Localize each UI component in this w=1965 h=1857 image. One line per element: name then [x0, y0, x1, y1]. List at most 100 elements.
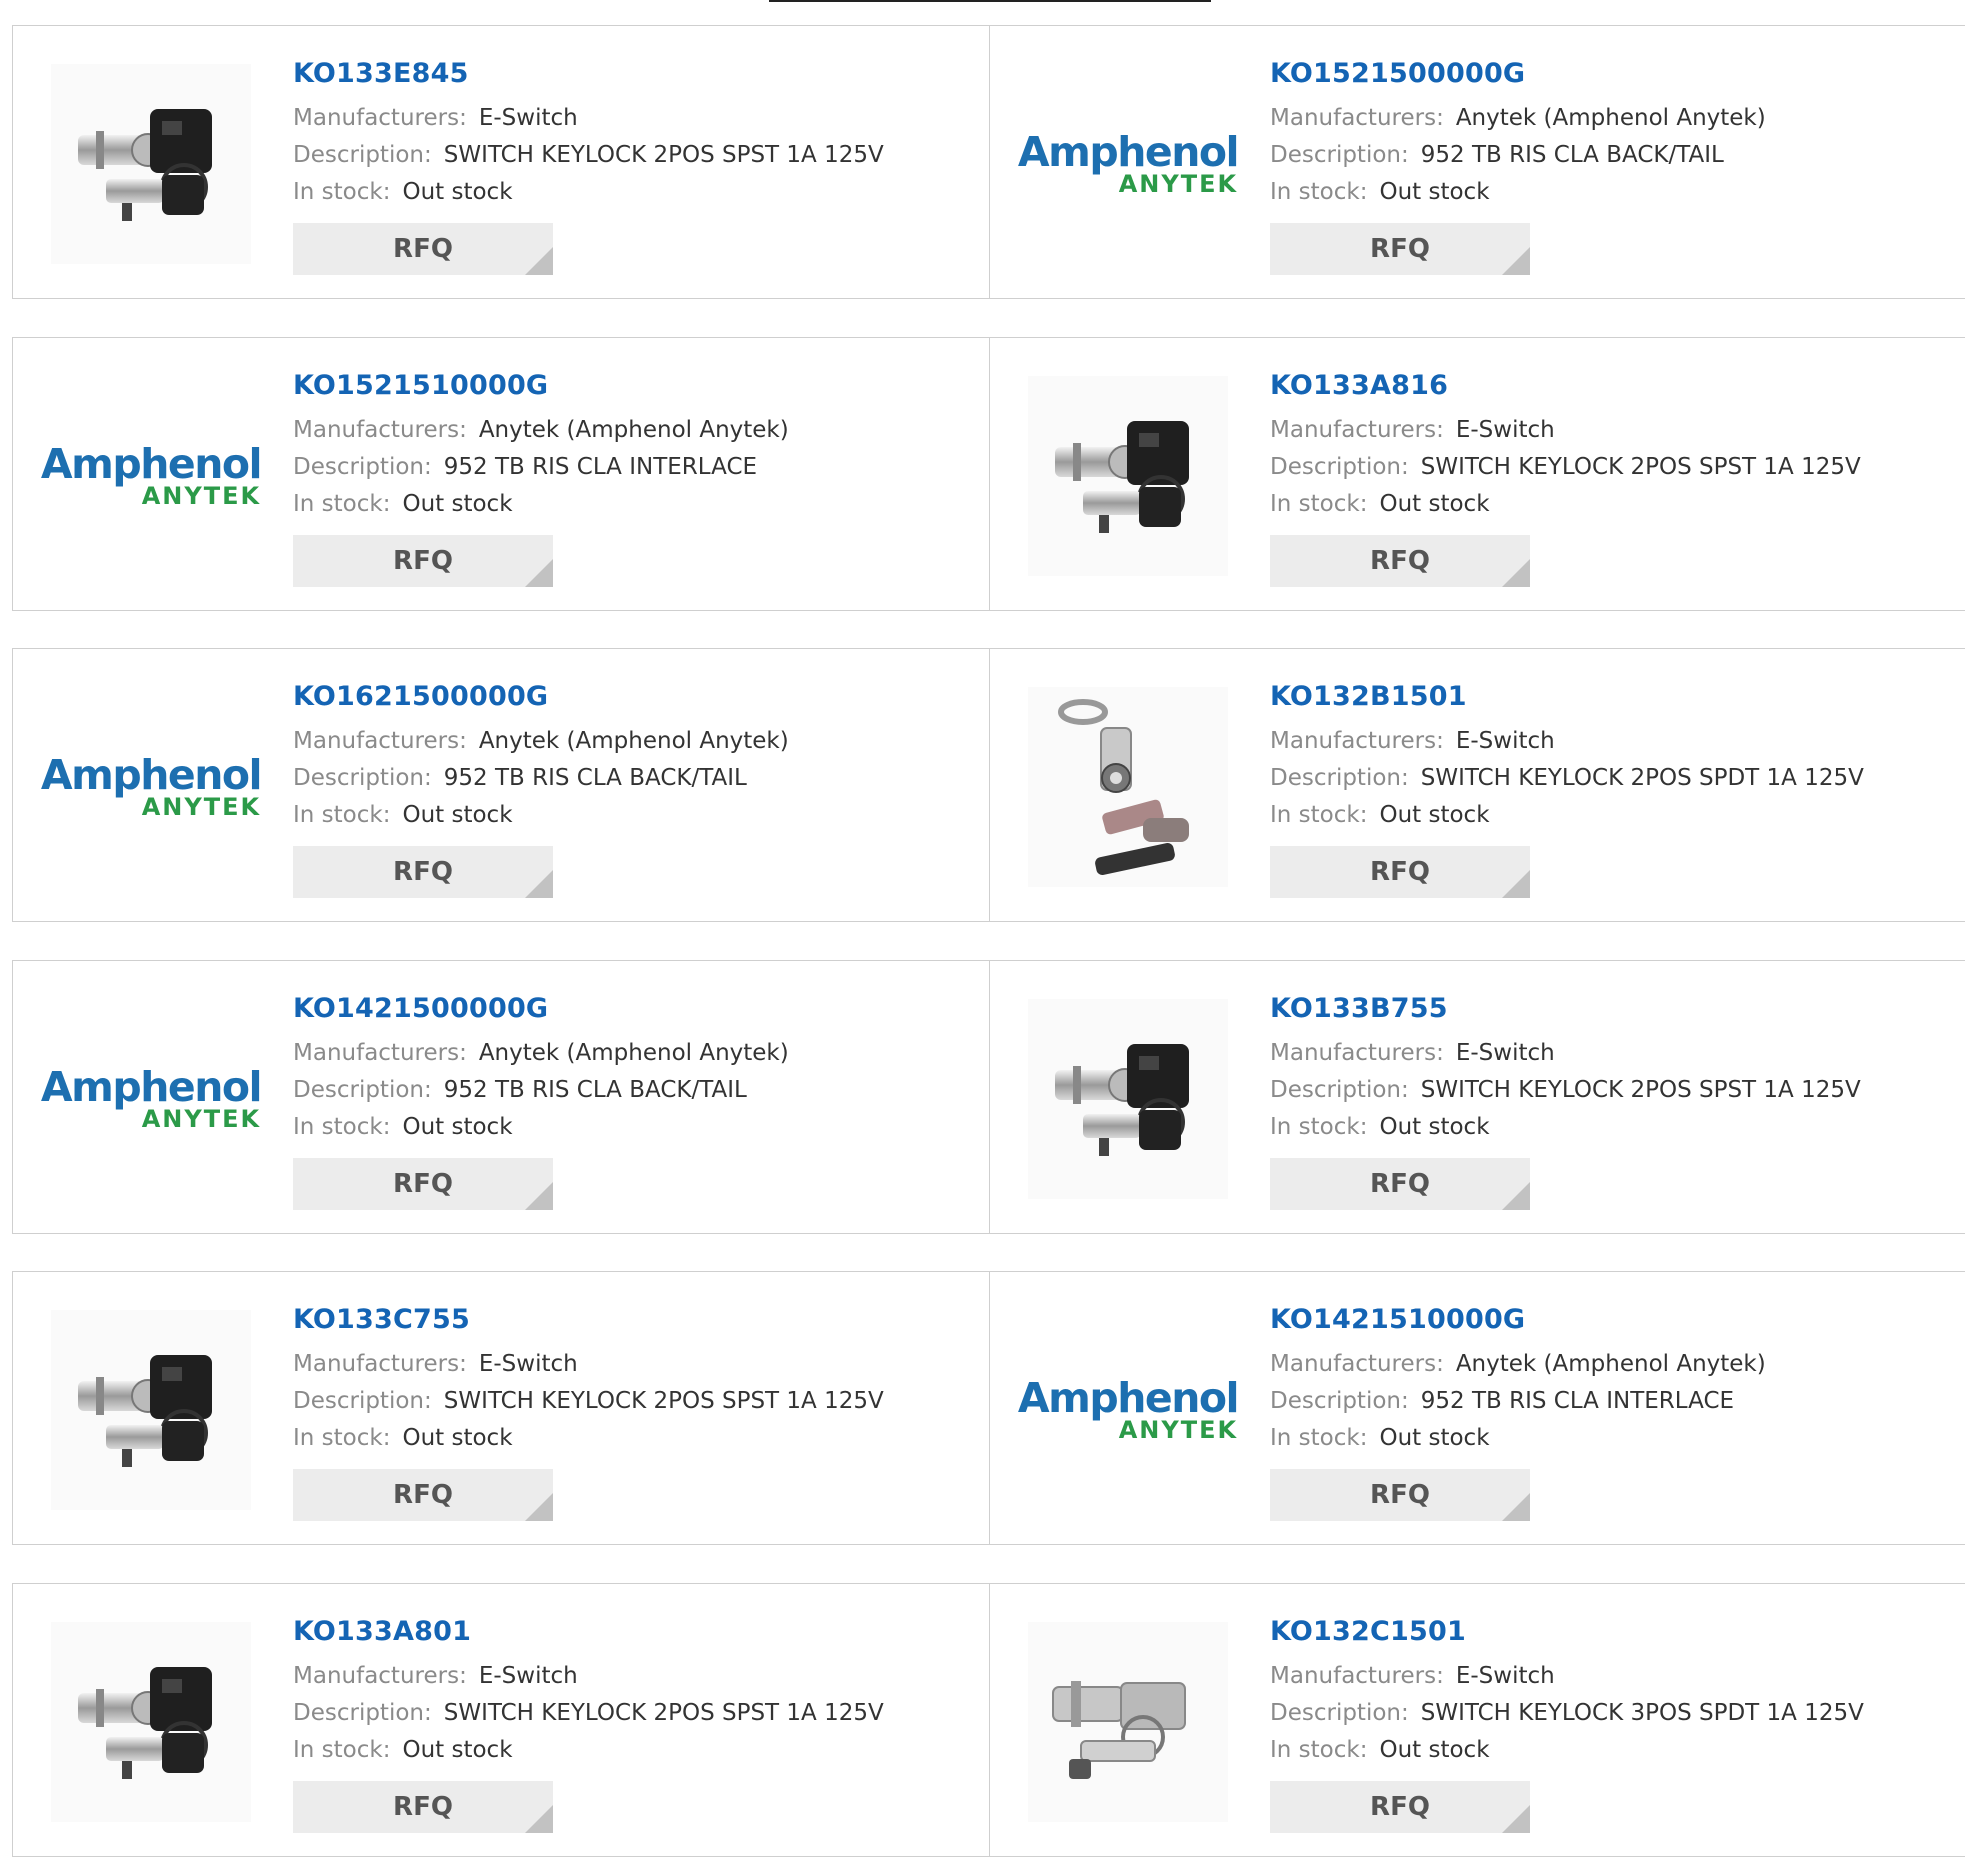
rfq-button[interactable]: RFQ [293, 1781, 553, 1833]
product-image[interactable] [51, 1622, 251, 1822]
product-image[interactable]: Amphenol ANYTEK [41, 376, 263, 576]
product-info: KO1421510000G Manufacturers: Anytek (Amph… [1270, 1302, 1766, 1521]
product-image[interactable] [51, 1310, 251, 1510]
part-number-link[interactable]: KO133E845 [293, 56, 884, 92]
part-number-link[interactable]: KO133B755 [1270, 991, 1861, 1027]
description-label: Description: [1270, 1077, 1409, 1103]
stock-value: Out stock [1379, 179, 1490, 205]
rfq-label: RFQ [1370, 1480, 1430, 1510]
description-label: Description: [1270, 1388, 1409, 1414]
manufacturer-line: Manufacturers: E-Switch [293, 1346, 884, 1383]
description-line: Description: 952 TB RIS CLA BACK/TAIL [293, 1072, 789, 1109]
product-info: KO1521500000G Manufacturers: Anytek (Amph… [1270, 56, 1766, 275]
part-number-link[interactable]: KO132C1501 [1270, 1614, 1864, 1650]
rfq-button[interactable]: RFQ [1270, 1469, 1530, 1521]
keylock-switch-icon [66, 87, 236, 241]
manufacturer-value: E-Switch [1455, 1040, 1555, 1066]
manufacturer-label: Manufacturers: [1270, 417, 1444, 443]
logo-sub: ANYTEK [141, 482, 262, 510]
product-row: KO133E845 Manufacturers: E-Switch Descrip… [12, 25, 1965, 299]
amphenol-logo-icon: Amphenol ANYTEK [1017, 1374, 1240, 1443]
part-number-link[interactable]: KO132B1501 [1270, 679, 1864, 715]
corner-triangle-icon [1502, 247, 1530, 275]
rfq-button[interactable]: RFQ [293, 1469, 553, 1521]
product-row: Amphenol ANYTEK KO1421500000G Manufacture… [12, 960, 1965, 1234]
product-image[interactable] [1028, 999, 1228, 1199]
part-number-link[interactable]: KO1521510000G [293, 368, 789, 404]
product-info: KO1621500000G Manufacturers: Anytek (Amph… [293, 679, 789, 898]
rfq-button[interactable]: RFQ [1270, 223, 1530, 275]
logo-word: Amphenol [1017, 1374, 1240, 1422]
amphenol-logo-icon: Amphenol ANYTEK [1018, 132, 1240, 197]
rfq-button[interactable]: RFQ [1270, 535, 1530, 587]
description-value: 952 TB RIS CLA INTERLACE [1420, 1388, 1735, 1414]
product-card: KO132C1501 Manufacturers: E-Switch Descri… [989, 1583, 1965, 1857]
manufacturer-line: Manufacturers: E-Switch [1270, 1658, 1864, 1695]
description-label: Description: [293, 765, 432, 791]
rfq-button[interactable]: RFQ [293, 1158, 553, 1210]
stock-line: In stock: Out stock [1270, 174, 1766, 211]
description-label: Description: [293, 1388, 432, 1414]
part-number-link[interactable]: KO133A816 [1270, 368, 1861, 404]
description-line: Description: 952 TB RIS CLA INTERLACE [1270, 1383, 1766, 1420]
product-card: KO133E845 Manufacturers: E-Switch Descrip… [12, 25, 991, 299]
stock-label: In stock: [1270, 802, 1368, 828]
product-card: KO133A816 Manufacturers: E-Switch Descrip… [989, 337, 1965, 611]
product-info: KO133A801 Manufacturers: E-Switch Descrip… [293, 1614, 884, 1833]
manufacturer-value: Anytek (Amphenol Anytek) [1455, 1351, 1766, 1377]
tubular-lock-icon [1043, 690, 1213, 884]
stock-value: Out stock [1379, 1114, 1490, 1140]
product-image[interactable] [1028, 687, 1228, 887]
product-image[interactable] [51, 64, 251, 264]
stock-line: In stock: Out stock [293, 1109, 789, 1146]
product-image[interactable] [1028, 1622, 1228, 1822]
manufacturer-value: E-Switch [478, 105, 578, 131]
stock-line: In stock: Out stock [1270, 1420, 1766, 1457]
part-number-link[interactable]: KO133C755 [293, 1302, 884, 1338]
part-number-link[interactable]: KO1521500000G [1270, 56, 1766, 92]
corner-triangle-icon [525, 1805, 553, 1833]
manufacturer-value: Anytek (Amphenol Anytek) [478, 1040, 789, 1066]
product-image[interactable]: Amphenol ANYTEK [41, 687, 263, 887]
stock-value: Out stock [402, 1737, 513, 1763]
product-image[interactable]: Amphenol ANYTEK [41, 999, 263, 1199]
stock-label: In stock: [1270, 1737, 1368, 1763]
description-label: Description: [1270, 142, 1409, 168]
manufacturer-label: Manufacturers: [293, 105, 467, 131]
product-card: Amphenol ANYTEK KO1621500000G Manufacture… [12, 648, 991, 922]
rfq-button[interactable]: RFQ [293, 846, 553, 898]
manufacturer-line: Manufacturers: E-Switch [293, 100, 884, 137]
part-number-link[interactable]: KO1421510000G [1270, 1302, 1766, 1338]
description-line: Description: SWITCH KEYLOCK 2POS SPST 1A … [293, 1695, 884, 1732]
rfq-button[interactable]: RFQ [293, 223, 553, 275]
manufacturer-value: Anytek (Amphenol Anytek) [478, 417, 789, 443]
description-line: Description: 952 TB RIS CLA BACK/TAIL [293, 760, 789, 797]
rfq-button[interactable]: RFQ [1270, 846, 1530, 898]
rfq-button[interactable]: RFQ [1270, 1158, 1530, 1210]
stock-label: In stock: [1270, 179, 1368, 205]
product-image[interactable] [1028, 376, 1228, 576]
description-value: SWITCH KEYLOCK 2POS SPST 1A 125V [443, 1700, 884, 1726]
stock-line: In stock: Out stock [1270, 1109, 1861, 1146]
part-number-link[interactable]: KO1421500000G [293, 991, 789, 1027]
rfq-button[interactable]: RFQ [293, 535, 553, 587]
description-value: SWITCH KEYLOCK 2POS SPST 1A 125V [1420, 454, 1861, 480]
product-card: KO133A801 Manufacturers: E-Switch Descrip… [12, 1583, 991, 1857]
stock-value: Out stock [402, 802, 513, 828]
stock-value: Out stock [402, 1114, 513, 1140]
product-image[interactable]: Amphenol ANYTEK [1018, 64, 1240, 264]
manufacturer-line: Manufacturers: E-Switch [1270, 1035, 1861, 1072]
corner-triangle-icon [525, 247, 553, 275]
product-image[interactable]: Amphenol ANYTEK [1018, 1310, 1240, 1510]
stock-value: Out stock [402, 179, 513, 205]
part-number-link[interactable]: KO1621500000G [293, 679, 789, 715]
keylock-switch-icon [66, 1333, 236, 1487]
manufacturer-line: Manufacturers: Anytek (Amphenol Anytek) [293, 412, 789, 449]
rfq-label: RFQ [393, 1792, 453, 1822]
product-card: Amphenol ANYTEK KO1421500000G Manufacture… [12, 960, 991, 1234]
corner-triangle-icon [1502, 559, 1530, 587]
stock-label: In stock: [1270, 491, 1368, 517]
rfq-button[interactable]: RFQ [1270, 1781, 1530, 1833]
part-number-link[interactable]: KO133A801 [293, 1614, 884, 1650]
product-card: KO132B1501 Manufacturers: E-Switch Descri… [989, 648, 1965, 922]
